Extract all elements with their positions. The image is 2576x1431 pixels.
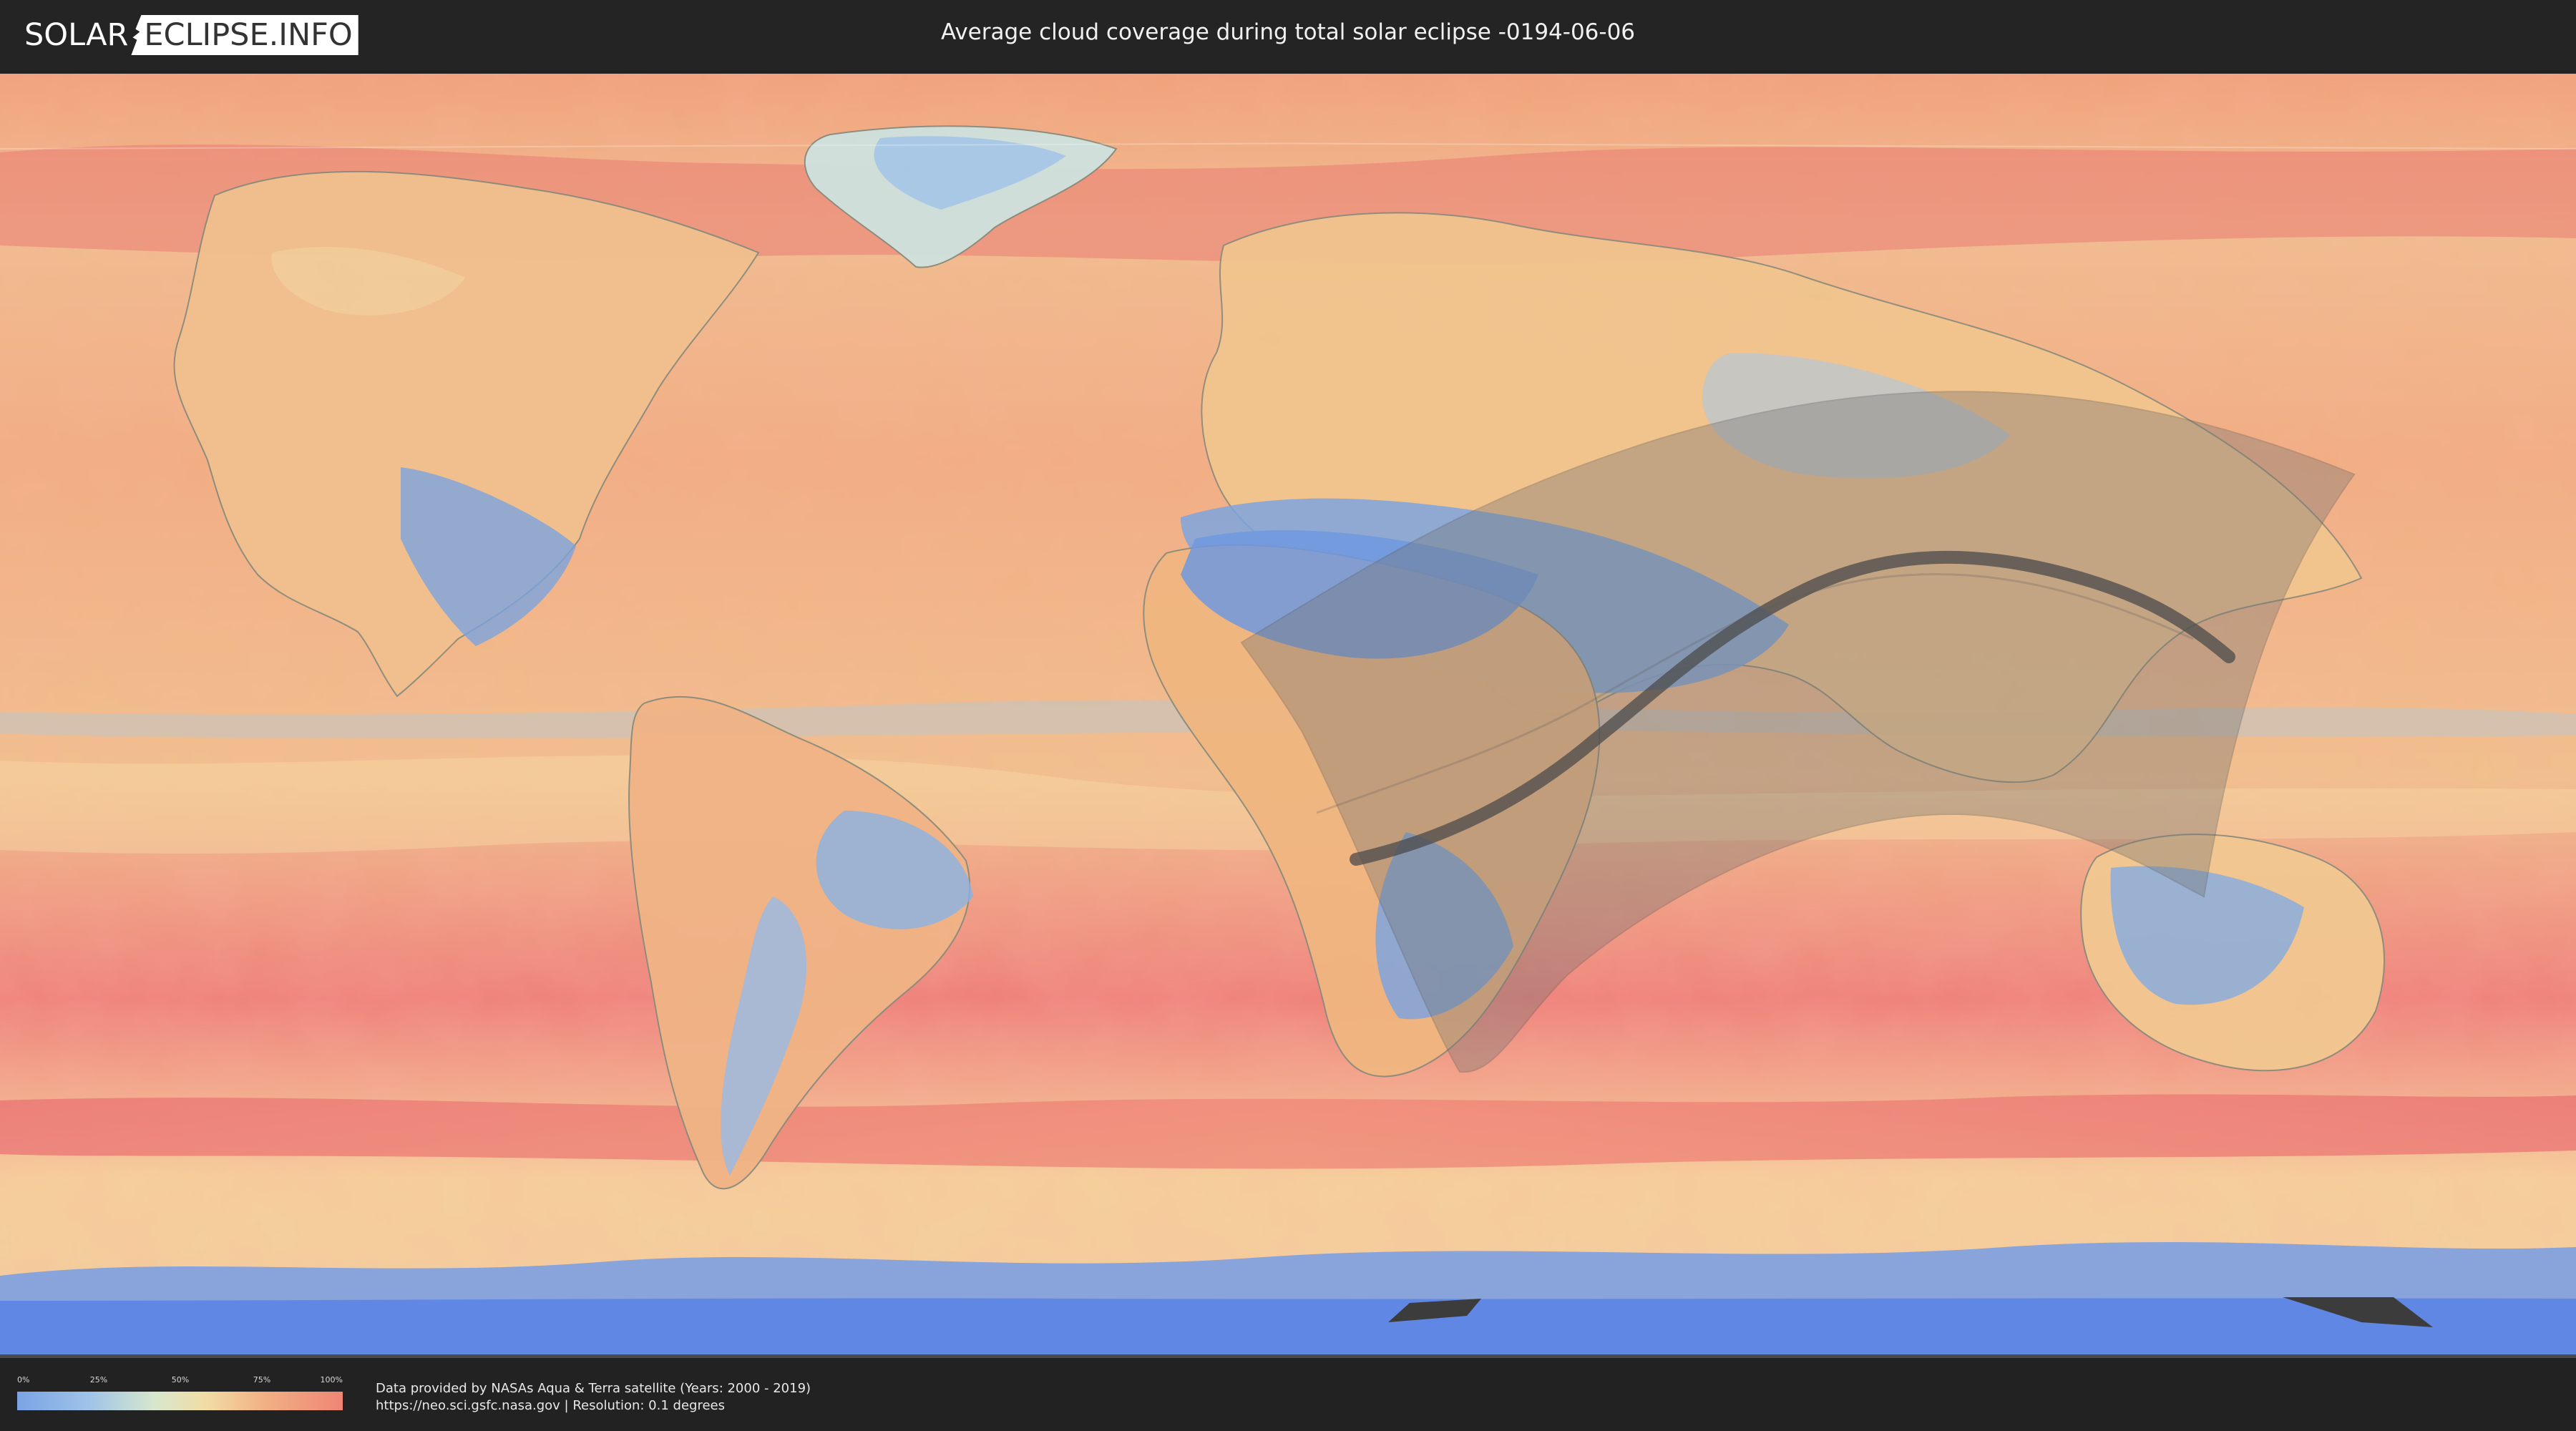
- legend-labels: 0% 25% 50% 75% 100%: [17, 1375, 343, 1385]
- data-provider-line: Data provided by NASAs Aqua & Terra sate…: [376, 1381, 811, 1396]
- legend-tick-50: 50%: [171, 1375, 190, 1384]
- antarctica-clear-band: [0, 1298, 2576, 1358]
- legend-tick-100: 100%: [320, 1375, 343, 1384]
- legend-tick-0: 0%: [17, 1375, 30, 1384]
- cloud-coverage-legend: 0% 25% 50% 75% 100%: [17, 1375, 343, 1414]
- legend-color-bar: [17, 1392, 343, 1410]
- eclipse-cloud-map-page: SOLAR ECLIPSE.INFO Average cloud coverag…: [0, 0, 2576, 1431]
- top-bar: SOLAR ECLIPSE.INFO Average cloud coverag…: [0, 0, 2576, 70]
- legend-tick-75: 75%: [253, 1375, 271, 1384]
- world-cloud-map-svg: [0, 74, 2576, 1358]
- cloud-coverage-map: [0, 74, 2576, 1358]
- page-title: Average cloud coverage during total sola…: [940, 19, 1636, 45]
- legend-tick-25: 25%: [89, 1375, 108, 1384]
- data-source-note: Data provided by NASAs Aqua & Terra sate…: [376, 1380, 811, 1415]
- footer: 0% 25% 50% 75% 100% Data provided by NAS…: [0, 1358, 2576, 1431]
- data-url-resolution-line: https://neo.sci.gsfc.nasa.gov | Resoluti…: [376, 1398, 725, 1413]
